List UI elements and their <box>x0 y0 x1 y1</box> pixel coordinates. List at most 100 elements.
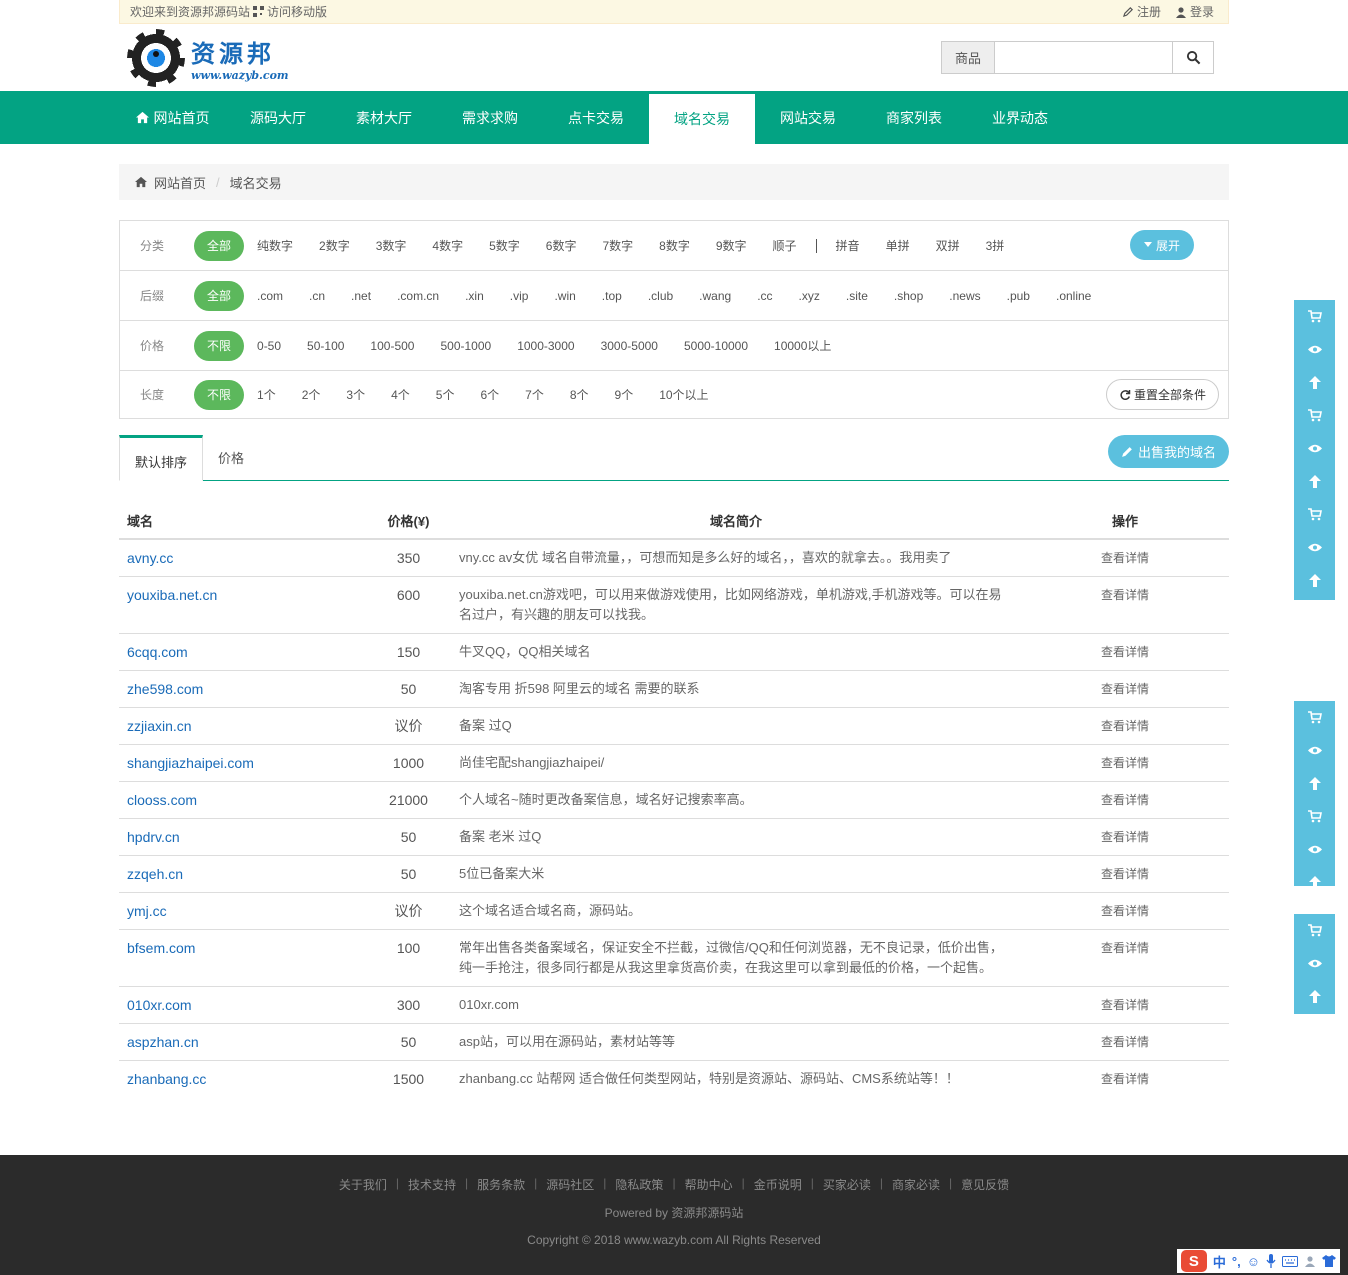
nav-domain-trade[interactable]: 域名交易 <box>649 94 755 144</box>
cart-icon[interactable] <box>1294 300 1335 333</box>
filter-option[interactable]: 5个 <box>423 380 468 410</box>
breadcrumb-home[interactable]: 网站首页 <box>154 173 206 192</box>
filter-option[interactable]: 9数字 <box>703 231 760 261</box>
filter-option[interactable]: 0-50 <box>244 331 294 361</box>
filter-option[interactable]: 10000以上 <box>761 331 844 361</box>
filter-option[interactable]: .online <box>1043 281 1104 311</box>
filter-option[interactable]: .site <box>833 281 881 311</box>
view-details-link[interactable]: 查看详情 <box>1021 1023 1229 1061</box>
filter-option[interactable]: 4数字 <box>419 231 476 261</box>
view-details-link[interactable]: 查看详情 <box>1021 744 1229 782</box>
filter-option[interactable]: .club <box>635 281 686 311</box>
filter-option[interactable]: 纯数字 <box>244 231 306 261</box>
footer-link[interactable]: 帮助中心 <box>676 1176 742 1193</box>
footer-link[interactable]: 关于我们 <box>330 1176 396 1193</box>
cart-icon[interactable] <box>1294 399 1335 432</box>
filter-option[interactable]: .net <box>338 281 384 311</box>
filter-option[interactable]: 全部 <box>194 230 245 261</box>
cart-icon[interactable] <box>1294 498 1335 531</box>
sell-domain-button[interactable]: 出售我的域名 <box>1107 435 1229 468</box>
footer-link[interactable]: 商家必读 <box>883 1176 949 1193</box>
shirt-icon[interactable] <box>1322 1255 1336 1267</box>
filter-option[interactable]: .com.cn <box>384 281 452 311</box>
keyboard-icon[interactable] <box>1282 1255 1298 1267</box>
nav-card-trade[interactable]: 点卡交易 <box>543 91 649 144</box>
arrow-up-icon[interactable] <box>1294 866 1335 899</box>
footer-link[interactable]: 意见反馈 <box>952 1176 1018 1193</box>
filter-option[interactable]: 3个 <box>333 380 378 410</box>
search-category-select[interactable]: 商品 <box>941 41 995 74</box>
domain-link[interactable]: 010xr.com <box>119 986 366 1024</box>
search-input[interactable] <box>995 41 1173 74</box>
eye-icon[interactable] <box>1294 734 1335 767</box>
view-details-link[interactable]: 查看详情 <box>1021 1060 1229 1097</box>
domain-link[interactable]: zhanbang.cc <box>119 1060 366 1097</box>
arrow-up-icon[interactable] <box>1294 980 1335 1013</box>
filter-option[interactable]: 1000-3000 <box>504 331 587 361</box>
filter-option[interactable]: .com <box>244 281 296 311</box>
mobile-link[interactable]: 访问移动版 <box>267 3 327 20</box>
domain-link[interactable]: youxiba.net.cn <box>119 576 366 634</box>
nav-site-trade[interactable]: 网站交易 <box>755 91 861 144</box>
login-link[interactable]: 登录 <box>1175 3 1214 20</box>
filter-option[interactable]: .top <box>589 281 635 311</box>
domain-link[interactable]: bfsem.com <box>119 929 366 987</box>
filter-option[interactable]: 双拼 <box>923 231 973 261</box>
reset-filters-button[interactable]: 重置全部条件 <box>1105 379 1219 410</box>
filter-option[interactable]: .shop <box>881 281 936 311</box>
expand-button[interactable]: 展开 <box>1129 230 1194 260</box>
filter-option[interactable]: 不限 <box>194 379 245 410</box>
view-details-link[interactable]: 查看详情 <box>1021 707 1229 745</box>
view-details-link[interactable]: 查看详情 <box>1021 539 1229 577</box>
eye-icon[interactable] <box>1294 531 1335 564</box>
view-details-link[interactable]: 查看详情 <box>1021 670 1229 708</box>
arrow-up-icon[interactable] <box>1294 564 1335 597</box>
filter-option[interactable]: 500-1000 <box>427 331 504 361</box>
footer-link[interactable]: 服务条款 <box>468 1176 534 1193</box>
view-details-link[interactable]: 查看详情 <box>1021 818 1229 856</box>
filter-option[interactable]: 2个 <box>289 380 334 410</box>
filter-option[interactable]: 单拼 <box>873 231 923 261</box>
filter-option[interactable]: 拼音 <box>823 231 873 261</box>
site-logo[interactable]: 资源邦 www.wazyb.com <box>127 28 289 87</box>
filter-option[interactable]: 10个以上 <box>646 380 721 410</box>
nav-home[interactable]: 网站首页 <box>119 91 225 144</box>
arrow-up-icon[interactable] <box>1294 366 1335 399</box>
emoji-icon[interactable]: ☺ <box>1247 1254 1260 1269</box>
view-details-link[interactable]: 查看详情 <box>1021 986 1229 1024</box>
filter-option[interactable]: 1个 <box>244 380 289 410</box>
filter-option[interactable]: 6数字 <box>533 231 590 261</box>
filter-option[interactable]: .xin <box>452 281 497 311</box>
sogou-logo-icon[interactable]: S <box>1180 1250 1207 1272</box>
microphone-icon[interactable] <box>1266 1254 1276 1268</box>
domain-link[interactable]: zzqeh.cn <box>119 855 366 893</box>
footer-link[interactable]: 买家必读 <box>814 1176 880 1193</box>
arrow-up-icon[interactable] <box>1294 767 1335 800</box>
domain-link[interactable]: zhe598.com <box>119 670 366 708</box>
view-details-link[interactable]: 查看详情 <box>1021 929 1229 987</box>
filter-option[interactable]: 5000-10000 <box>671 331 761 361</box>
filter-option[interactable]: 8个 <box>557 380 602 410</box>
filter-option[interactable]: 6个 <box>467 380 512 410</box>
view-details-link[interactable]: 查看详情 <box>1021 781 1229 819</box>
domain-link[interactable]: clooss.com <box>119 781 366 819</box>
filter-option[interactable]: .pub <box>994 281 1043 311</box>
filter-option[interactable]: 全部 <box>194 280 245 311</box>
view-details-link[interactable]: 查看详情 <box>1021 576 1229 634</box>
cart-icon[interactable] <box>1294 701 1335 734</box>
domain-link[interactable]: avny.cc <box>119 539 366 577</box>
domain-link[interactable]: zzjiaxin.cn <box>119 707 366 745</box>
footer-link[interactable]: 源码社区 <box>537 1176 603 1193</box>
filter-option[interactable]: 7个 <box>512 380 557 410</box>
punctuation-icon[interactable]: °, <box>1232 1254 1241 1269</box>
filter-option[interactable]: 7数字 <box>589 231 646 261</box>
filter-option[interactable]: .xyz <box>786 281 833 311</box>
tab-price-sort[interactable]: 价格 <box>203 434 259 480</box>
view-details-link[interactable]: 查看详情 <box>1021 633 1229 671</box>
nav-merchants[interactable]: 商家列表 <box>861 91 967 144</box>
filter-option[interactable]: 8数字 <box>646 231 703 261</box>
cart-icon[interactable] <box>1294 800 1335 833</box>
register-link[interactable]: 注册 <box>1122 3 1161 20</box>
filter-option[interactable]: 50-100 <box>294 331 357 361</box>
footer-link[interactable]: 技术支持 <box>399 1176 465 1193</box>
